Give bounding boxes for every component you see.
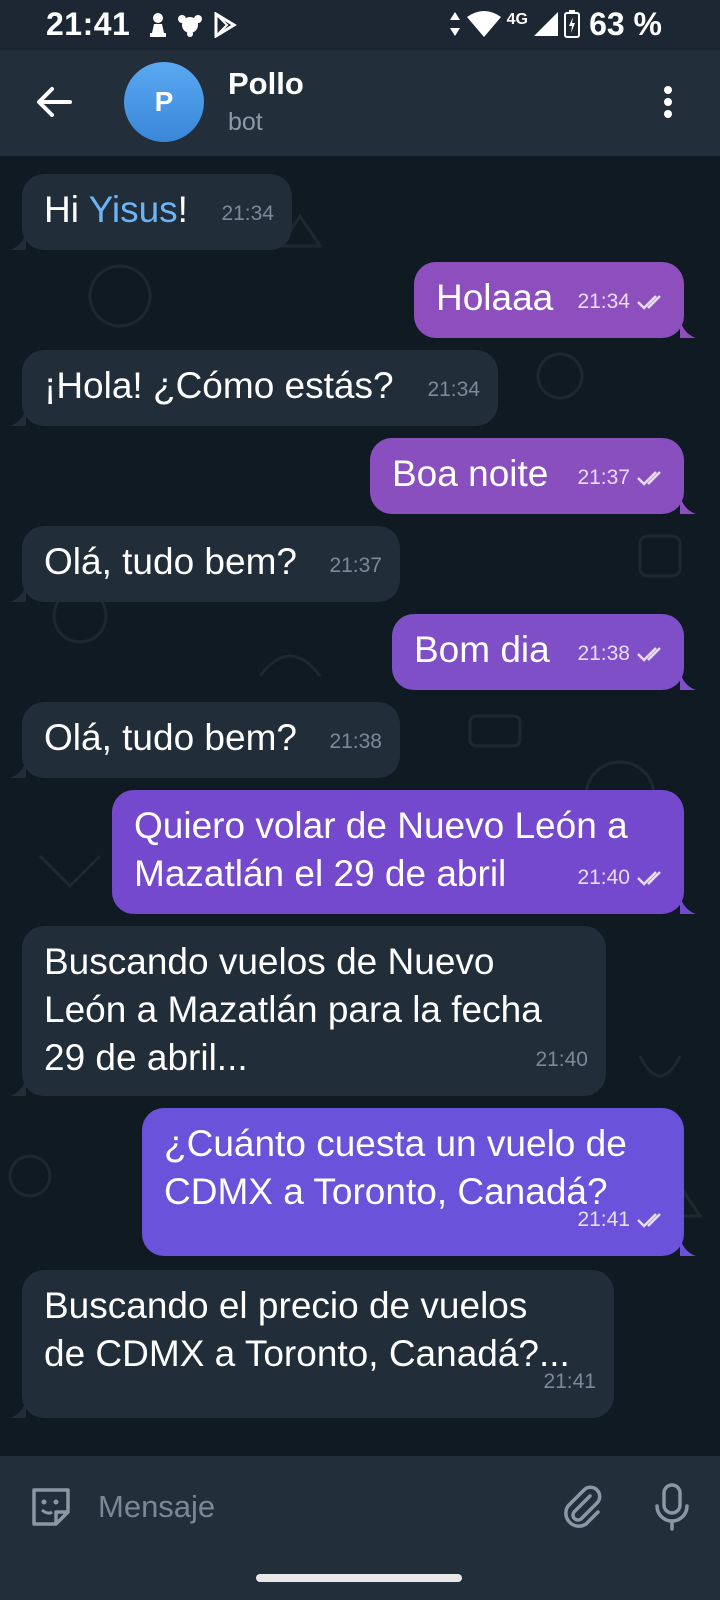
message-time: 21:34 — [221, 202, 274, 225]
bubble-tail — [10, 408, 26, 426]
signal-icon — [534, 12, 558, 36]
message-outgoing[interactable]: Bom dia 21:38 — [392, 614, 684, 690]
message-input[interactable] — [96, 1482, 530, 1532]
message-text: ¿Cuánto cuesta un vuelo de CDMX a Toront… — [164, 1123, 627, 1212]
message-incoming[interactable]: Buscando el precio de vuelos de CDMX a T… — [22, 1270, 614, 1418]
system-nav-bar — [0, 1556, 720, 1600]
emoji-sticker-icon[interactable] — [28, 1484, 74, 1530]
chat-subtitle: bot — [228, 108, 263, 136]
double-check-icon — [637, 295, 661, 310]
mention-link[interactable]: Yisus — [89, 189, 178, 230]
message-text: Bom dia — [414, 629, 550, 670]
chat-title[interactable]: Pollo — [228, 66, 304, 102]
double-check-icon — [637, 471, 661, 486]
message-incoming[interactable]: Olá, tudo bem? 21:38 — [22, 702, 400, 778]
network-type: 4G — [506, 11, 528, 28]
bubble-tail — [680, 672, 696, 690]
more-vert-icon[interactable] — [658, 82, 678, 122]
message-meta: 21:37 — [577, 454, 666, 502]
paperclip-icon[interactable] — [560, 1484, 606, 1530]
double-check-icon — [637, 1213, 661, 1228]
back-arrow-icon[interactable] — [32, 80, 76, 124]
microphone-icon[interactable] — [652, 1482, 692, 1532]
message-outgoing[interactable]: ¿Cuánto cuesta un vuelo de CDMX a Toront… — [142, 1108, 684, 1256]
message-text: Olá, tudo bem? — [44, 717, 297, 758]
message-incoming[interactable]: Olá, tudo bem? 21:37 — [22, 526, 400, 602]
message-incoming[interactable]: Hi Yisus! 21:34 — [22, 174, 292, 250]
chess-pawn-icon — [150, 13, 166, 37]
message-meta: 21:40 — [577, 854, 666, 902]
message-time: 21:41 — [577, 1208, 630, 1231]
message-text: Quiero volar de Nuevo León a Mazatlán el… — [134, 805, 628, 894]
message-time: 21:34 — [577, 290, 630, 313]
bubble-tail — [10, 1400, 26, 1418]
bubble-tail — [680, 896, 696, 914]
double-check-icon — [637, 871, 661, 886]
wifi-icon — [466, 11, 501, 37]
message-meta: 21:38 — [577, 630, 666, 678]
bubble-tail — [680, 496, 696, 514]
avatar-letter: P — [154, 86, 174, 117]
bubble-tail — [10, 232, 26, 250]
message-time: 21:41 — [543, 1370, 596, 1393]
battery-icon — [564, 10, 580, 38]
message-incoming[interactable]: ¡Hola! ¿Cómo estás? 21:34 — [22, 350, 498, 426]
message-text: ¡Hola! ¿Cómo estás? — [44, 365, 394, 406]
double-check-icon — [637, 647, 661, 662]
message-text: Buscando el precio de vuelos de CDMX a T… — [44, 1285, 570, 1374]
message-time: 21:40 — [535, 1048, 588, 1071]
message-meta: 21:41 — [577, 1196, 666, 1244]
message-meta: 21:34 — [577, 278, 666, 326]
message-text: Olá, tudo bem? — [44, 541, 297, 582]
message-time: 21:38 — [577, 642, 630, 665]
status-bar: 21:41 4G 63 % — [0, 0, 720, 50]
message-text: Boa noite — [392, 453, 549, 494]
status-time: 21:41 — [46, 6, 131, 42]
notification-icons — [148, 12, 238, 38]
avatar[interactable]: P — [124, 62, 204, 142]
bubble-tail — [10, 760, 26, 778]
bubble-tail — [680, 1238, 696, 1256]
message-time: 21:40 — [577, 866, 630, 889]
message-outgoing[interactable]: Quiero volar de Nuevo León a Mazatlán el… — [112, 790, 684, 914]
play-store-icon — [214, 12, 237, 38]
app-notification-icon — [178, 15, 202, 37]
home-gesture-handle[interactable] — [256, 1574, 462, 1582]
message-time: 21:38 — [329, 730, 382, 753]
message-time: 21:37 — [329, 554, 382, 577]
message-time: 21:34 — [427, 378, 480, 401]
message-outgoing[interactable]: Holaaa 21:34 — [414, 262, 684, 338]
message-list[interactable]: Hi Yisus! 21:34 Holaaa 21:34 ¡Hola! ¿Cóm… — [0, 156, 720, 1456]
bubble-tail — [10, 584, 26, 602]
message-text: Buscando vuelos de Nuevo León a Mazatlán… — [44, 941, 542, 1078]
message-text: Hi Yisus! — [44, 189, 188, 230]
chat-header: P Pollo bot — [0, 50, 720, 156]
battery-percent: 63 % — [589, 6, 662, 42]
message-incoming[interactable]: Buscando vuelos de Nuevo León a Mazatlán… — [22, 926, 606, 1096]
message-composer — [0, 1456, 720, 1556]
message-time: 21:37 — [577, 466, 630, 489]
bubble-tail — [10, 1078, 26, 1096]
message-outgoing[interactable]: Boa noite 21:37 — [370, 438, 684, 514]
bubble-tail — [680, 320, 696, 338]
connectivity-icons: 4G — [449, 10, 580, 38]
message-text: Holaaa — [436, 277, 554, 318]
data-arrows-icon — [449, 12, 460, 36]
